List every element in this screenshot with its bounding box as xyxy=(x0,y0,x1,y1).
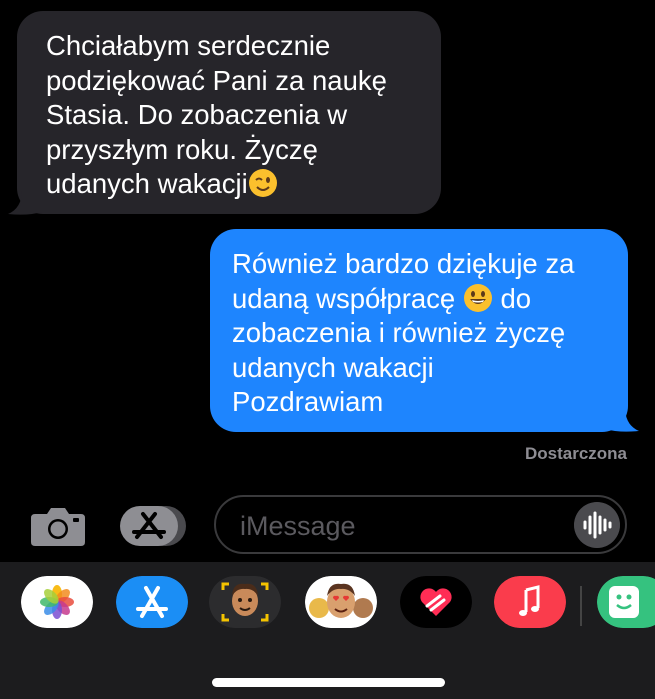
grinning-face-emoji-icon xyxy=(463,283,492,312)
app-drawer xyxy=(0,562,655,699)
music-app-icon[interactable] xyxy=(494,576,566,628)
home-indicator[interactable] xyxy=(212,678,445,687)
winking-face-emoji-icon xyxy=(248,169,277,197)
incoming-bubble-tail xyxy=(8,190,42,215)
camera-icon[interactable] xyxy=(31,506,85,546)
outgoing-bubble-tail xyxy=(605,407,639,432)
audio-waveform-icon[interactable] xyxy=(574,502,620,548)
app-drawer-divider xyxy=(580,586,582,626)
incoming-message-bubble[interactable]: Chciałabym serdecznie podziękować Pani z… xyxy=(17,11,441,214)
photos-app-icon[interactable] xyxy=(21,576,93,628)
memoji-stickers-app-icon[interactable] xyxy=(209,576,281,628)
message-input[interactable] xyxy=(238,507,562,545)
message-input-field[interactable] xyxy=(214,495,627,554)
delivery-status: Dostarczona xyxy=(524,444,627,463)
app-store-icon[interactable] xyxy=(120,506,186,546)
incoming-message-text: Chciałabym serdecznie podziękować Pani z… xyxy=(46,30,387,199)
giphy-app-icon[interactable] xyxy=(597,576,655,628)
app-store-app-icon[interactable] xyxy=(116,576,188,628)
digital-touch-app-icon[interactable] xyxy=(400,576,472,628)
outgoing-message-bubble[interactable]: Również bardzo dziękuje za udaną współpr… xyxy=(210,229,628,432)
memoji-app-icon[interactable] xyxy=(305,576,377,628)
